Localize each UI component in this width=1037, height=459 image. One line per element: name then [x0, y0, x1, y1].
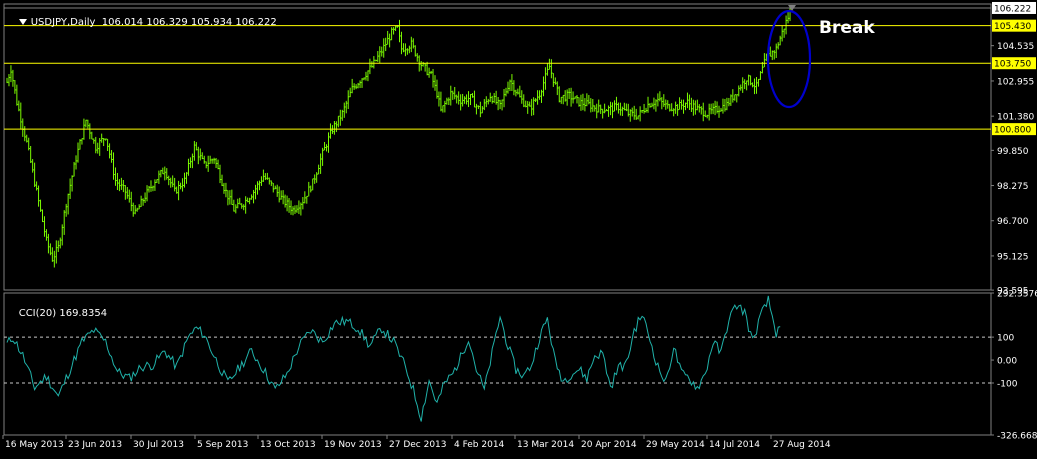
x-tick-label: 13 Oct 2013: [260, 440, 316, 450]
price-panel-frame: [3, 3, 992, 291]
x-tick-label: 14 Jul 2014: [709, 440, 760, 450]
current-price-label: 106.222: [994, 4, 1031, 14]
y-tick-label: 104.535: [997, 42, 1034, 52]
level-label: 100.800: [994, 126, 1031, 136]
chart-svg: 105.430 103.750 100.800 106.222 104.535 102.9…: [2, 1, 1037, 450]
cci-y-tick-label: -100: [997, 380, 1018, 390]
cci-line: [6, 295, 781, 422]
x-tick-label: 30 Jul 2013: [133, 440, 184, 450]
cci-panel-frame: [3, 292, 992, 436]
break-annotation: Break: [819, 18, 875, 38]
y-tick-label: 98.275: [997, 182, 1029, 192]
y-tick-label: 102.955: [997, 77, 1034, 87]
x-tick-label: 4 Feb 2014: [454, 440, 505, 450]
x-tick-label: 27 Aug 2014: [773, 440, 831, 450]
ohlc-label: 106.014 106.329 105.934 106.222: [101, 17, 277, 28]
y-tick-label: 95.125: [997, 252, 1029, 262]
cci-y-tick-label: 0.00: [997, 357, 1017, 367]
x-tick-label: 19 Nov 2013: [324, 440, 382, 450]
cci-y-tick-label: 100: [997, 334, 1014, 344]
chart-window: 105.430 103.750 100.800 106.222 104.535 102.9…: [0, 0, 1037, 455]
x-tick-label: 23 Jun 2013: [68, 440, 122, 450]
level-label: 103.750: [994, 60, 1031, 70]
level-label: 105.430: [994, 22, 1031, 32]
cci-header: CCI(20) 169.8354: [6, 297, 107, 330]
y-tick-label: 99.850: [997, 147, 1029, 157]
collapse-triangle-icon[interactable]: [18, 19, 27, 25]
cci-y-tick-label: -326.6682: [997, 432, 1037, 442]
x-tick-label: 5 Sep 2013: [197, 440, 248, 450]
x-tick-label: 27 Dec 2013: [389, 440, 447, 450]
symbol-label: USDJPY,Daily: [30, 17, 96, 28]
y-tick-label: 96.700: [997, 217, 1029, 227]
x-tick-label: 16 May 2013: [5, 440, 64, 450]
x-tick-label: 29 May 2014: [646, 440, 705, 450]
y-tick-label: 101.380: [997, 113, 1034, 123]
cci-label: CCI(20) 169.8354: [18, 308, 108, 319]
x-tick-label: 20 Apr 2014: [581, 440, 637, 450]
price-header: USDJPY,Daily 106.014 106.329 105.934 106…: [6, 6, 277, 39]
cci-y-tick-label: 292.3576: [997, 290, 1037, 300]
x-tick-label: 13 Mar 2014: [517, 440, 574, 450]
